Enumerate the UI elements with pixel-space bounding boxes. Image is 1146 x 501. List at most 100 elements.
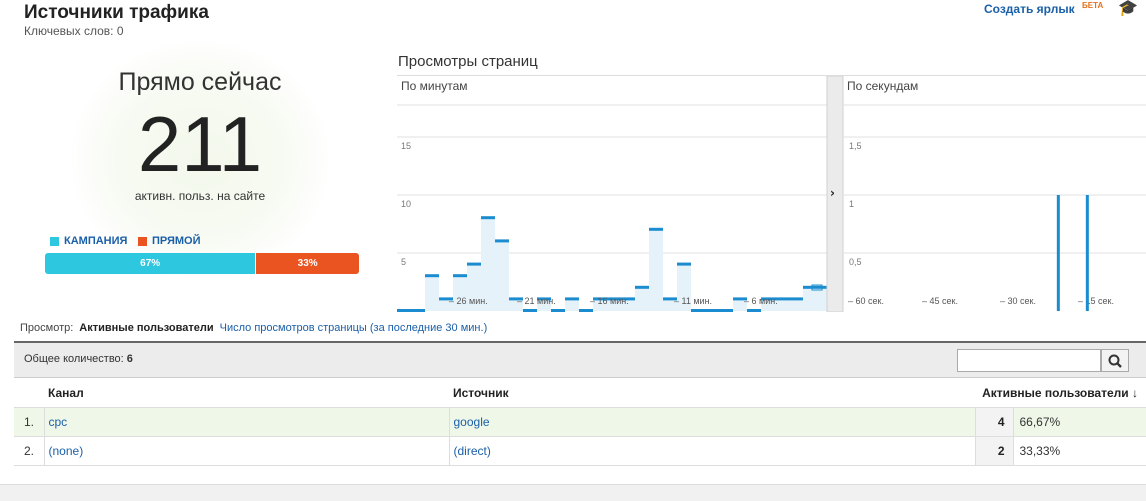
row-channel[interactable]: cpc	[43, 407, 449, 437]
row-active-percent: 66,67%	[1012, 407, 1146, 437]
minute-x-tick: – 21 мин.	[517, 296, 556, 306]
legend-direct-label: ПРЯМОЙ	[152, 235, 201, 247]
col-channel[interactable]: Канал	[44, 379, 449, 408]
minute-bar	[649, 227, 663, 231]
pageviews-title: Просмотры страниц	[398, 53, 538, 70]
row-index: 2.	[14, 436, 44, 466]
sort-desc-icon: ↓	[1132, 385, 1138, 400]
minute-bar	[411, 309, 425, 312]
minute-y-tick: 5	[401, 257, 406, 267]
minute-bar	[523, 309, 537, 312]
minute-y-tick: 15	[401, 141, 411, 151]
minute-x-tick: – 16 мин.	[590, 296, 629, 306]
graduation-cap-icon[interactable]: 🎓	[1118, 0, 1138, 18]
second-x-tick: – 45 сек.	[922, 296, 958, 306]
second-x-tick: – 30 сек.	[1000, 296, 1036, 306]
table-header-row: Канал Источник Активные пользователи ↓	[14, 379, 1146, 408]
col-active-users[interactable]: Активные пользователи ↓	[975, 379, 1146, 408]
active-users-subtitle: активн. польз. на сайте	[134, 189, 266, 203]
minute-bar	[719, 309, 733, 312]
minute-bar-fill	[803, 287, 817, 311]
per-second-title: По секундам	[847, 79, 918, 93]
row-index: 1.	[14, 407, 44, 437]
row-active-count: 4	[974, 407, 1013, 437]
legend-campaign: КАМПАНИЯ	[50, 235, 127, 247]
view-switcher: Просмотр: Активные пользователи Число пр…	[20, 322, 488, 346]
minute-bar	[453, 274, 467, 278]
pageviews-chart: По минутам По секундам 5 10 15 – 26 мин. – 21 …	[397, 75, 1146, 312]
table-search-button[interactable]	[1101, 349, 1129, 372]
minute-bar	[635, 285, 649, 289]
total-label: Общее количество: 6	[24, 353, 133, 365]
minute-y-tick: 10	[401, 199, 411, 209]
second-y-tick: 0,5	[849, 257, 862, 267]
minute-bar-fill	[565, 299, 579, 311]
second-bar	[1056, 195, 1060, 311]
minute-bar	[677, 262, 691, 266]
table-row: 2. (none) (direct) 2 33,33%	[14, 436, 1146, 466]
row-active-count: 2	[974, 436, 1013, 466]
row-source[interactable]: google	[448, 407, 975, 437]
search-icon	[1108, 354, 1122, 368]
second-x-tick: – 15 сек.	[1078, 296, 1114, 306]
second-y-tick: 1	[849, 199, 854, 209]
minute-x-tick: – 6 мин.	[744, 296, 778, 306]
minute-bar-fill	[649, 229, 663, 311]
minute-bar	[789, 297, 803, 301]
per-minute-title: По минутам	[401, 79, 468, 93]
minute-bar	[425, 274, 439, 278]
active-users-count: 211	[137, 100, 263, 188]
traffic-sources-table-panel: Общее количество: 6 Канал Источник Активн…	[14, 341, 1146, 466]
row-channel[interactable]: (none)	[43, 436, 449, 466]
minute-bar	[803, 285, 817, 289]
minute-bar	[705, 309, 719, 312]
col-active-users-label: Активные пользователи	[982, 385, 1129, 400]
table-search-input[interactable]	[957, 349, 1101, 372]
table-row: 1. cpc google 4 66,67%	[14, 407, 1146, 437]
minute-bar	[481, 216, 495, 220]
total-value: 6	[126, 353, 133, 365]
minute-bar	[467, 262, 481, 266]
minute-bar-fill	[789, 299, 803, 311]
minute-x-tick: – 11 мин.	[674, 296, 712, 306]
right-now-label: Прямо сейчас	[118, 68, 282, 96]
total-label-text: Общее количество:	[24, 353, 124, 365]
minute-bar	[747, 309, 761, 312]
minute-bar-fill	[425, 276, 439, 311]
minute-bar	[397, 309, 411, 312]
legend-direct: ПРЯМОЙ	[138, 235, 201, 247]
chevron-right-icon: ›	[830, 186, 835, 200]
beta-badge: БЕТА	[1082, 1, 1104, 10]
total-row: Общее количество: 6	[14, 343, 1146, 378]
row-active-percent: 33,33%	[1012, 436, 1146, 466]
pageviews-chart-svg: По минутам По секундам 5 10 15 – 26 мин. – 21 …	[397, 76, 1146, 312]
legend-campaign-label: КАМПАНИЯ	[64, 235, 128, 247]
minute-bar	[565, 297, 579, 301]
row-source[interactable]: (direct)	[448, 436, 975, 466]
ratio-campaign-segment: 67%	[45, 253, 256, 274]
minute-x-tick: – 26 мин.	[449, 296, 488, 306]
col-source[interactable]: Источник	[449, 379, 975, 408]
minute-bar	[551, 309, 565, 312]
keywords-count: Ключевых слов: 0	[24, 24, 124, 38]
ratio-direct-segment: 33%	[255, 253, 359, 274]
second-bar	[1085, 195, 1089, 311]
minute-bar-fill	[635, 287, 649, 311]
page-title: Источники трафика	[24, 2, 209, 23]
campaign-swatch	[50, 236, 59, 246]
minute-bar	[579, 309, 593, 312]
second-y-tick: 1,5	[849, 141, 862, 151]
view-switcher-label: Просмотр:	[20, 322, 74, 334]
create-shortcut-link[interactable]: Создать ярлык	[984, 2, 1075, 16]
direct-swatch	[138, 236, 147, 246]
minute-bar-fill	[495, 241, 509, 311]
tab-active-users[interactable]: Активные пользователи	[79, 322, 214, 346]
col-index	[14, 379, 44, 408]
traffic-sources-table: Канал Источник Активные пользователи ↓ 1…	[14, 379, 1146, 466]
second-x-tick: – 60 сек.	[848, 296, 884, 306]
minute-bar	[691, 309, 705, 312]
tab-pageviews[interactable]: Число просмотров страницы (за последние …	[220, 322, 488, 334]
traffic-ratio-bar: 67% 33%	[45, 253, 359, 274]
footer-divider	[0, 484, 1146, 501]
minute-bar	[495, 239, 509, 243]
